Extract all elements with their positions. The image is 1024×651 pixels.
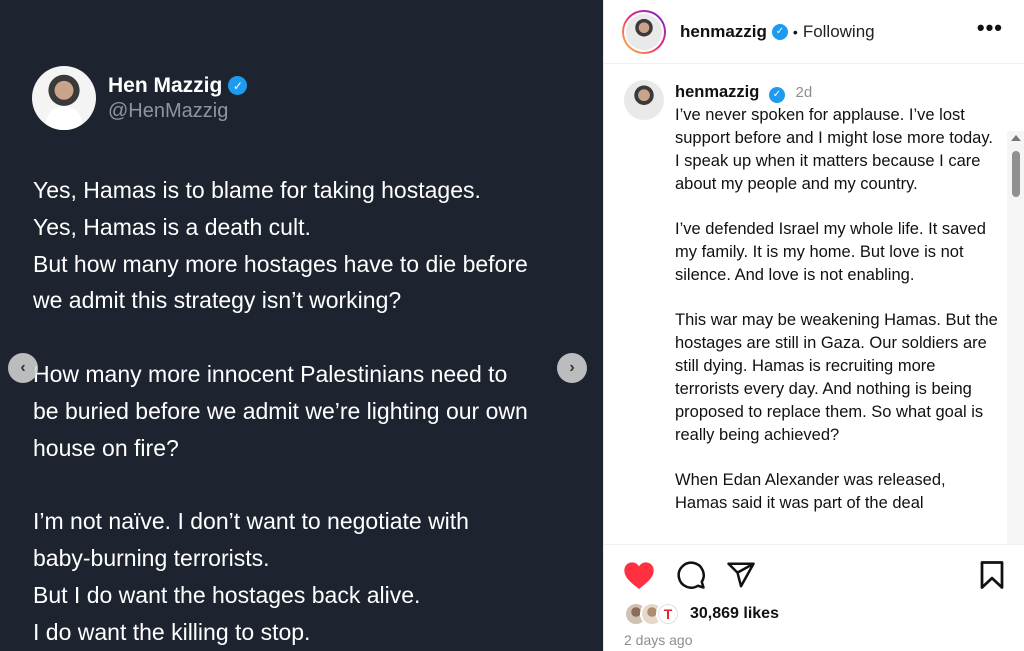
heart-icon[interactable] xyxy=(623,560,655,595)
tweet-handle: @HenMazzig xyxy=(108,99,229,122)
tweet-line: Yes, Hamas is to blame for taking hostag… xyxy=(33,177,481,203)
tweet-line: we admit this strategy isn’t working? xyxy=(33,287,402,314)
chevron-left-icon: ‹ xyxy=(20,359,26,376)
tweet-line: But I do want the hostages back alive. xyxy=(33,581,421,608)
caption-time[interactable]: 2d xyxy=(796,84,813,101)
tweet-paragraph-gap xyxy=(33,466,593,503)
tweet-line: I’m not naïve. I don’t want to negotiate… xyxy=(33,508,469,535)
more-options-icon[interactable]: ••• xyxy=(977,15,1003,41)
caption-username[interactable]: henmazzig xyxy=(675,83,759,101)
scroll-up-icon[interactable] xyxy=(1011,135,1021,141)
separator-dot: • xyxy=(792,23,798,40)
caption-scrollbar[interactable] xyxy=(1007,131,1024,544)
tweet-display-name: Hen Mazzig xyxy=(108,73,223,97)
caption-paragraph: I’ve never spoken for applause. I’ve los… xyxy=(675,106,993,193)
share-icon[interactable] xyxy=(726,560,756,595)
tweet-line: house on fire? xyxy=(33,434,179,461)
following-button[interactable]: Following xyxy=(803,22,875,42)
carousel-prev-button[interactable]: ‹ xyxy=(8,353,38,383)
caption-paragraph: I’ve defended Israel my whole life. It s… xyxy=(675,220,986,284)
post-timestamp[interactable]: 2 days ago xyxy=(624,632,693,648)
post-actions xyxy=(604,557,1024,599)
tweet-line: I do want the killing to stop. xyxy=(33,618,311,645)
caption-avatar[interactable] xyxy=(624,80,664,120)
tweet-names: Hen Mazzig ✓ @HenMazzig xyxy=(108,73,248,123)
liker-avatar: T xyxy=(656,602,680,626)
tweet-line: How many more innocent Palestinians need… xyxy=(33,360,508,387)
caption-text: henmazzig ✓ 2d I’ve never spoken for app… xyxy=(675,81,1000,515)
post-header: henmazzig ✓ • Following ••• xyxy=(604,0,1024,64)
verified-icon: ✓ xyxy=(228,76,248,95)
tweet-line: be buried before we admit we’re lighting… xyxy=(33,397,528,424)
likes-row[interactable]: T 30,869 likes xyxy=(624,602,779,626)
tweet-header: Hen Mazzig ✓ @HenMazzig xyxy=(32,66,248,130)
liker-badge: T xyxy=(663,606,673,622)
verified-icon: ✓ xyxy=(768,86,785,103)
likes-count[interactable]: 30,869 likes xyxy=(690,605,779,623)
caption-paragraph: When Edan Alexander was released, Hamas … xyxy=(675,471,946,512)
tweet-body: Yes, Hamas is to blame for taking hostag… xyxy=(33,172,593,650)
tweet-line: baby-burning terrorists. xyxy=(33,544,270,571)
post-media[interactable]: Hen Mazzig ✓ @HenMazzig Yes, Hamas is to… xyxy=(0,0,603,651)
post-side-panel: henmazzig ✓ • Following ••• henmazzig ✓ … xyxy=(603,0,1024,651)
verified-icon: ✓ xyxy=(771,23,788,40)
tweet-line: But how many more hostages have to die b… xyxy=(33,250,528,277)
chevron-right-icon: › xyxy=(569,359,575,376)
scrollbar-thumb[interactable] xyxy=(1012,151,1020,197)
comment-icon[interactable] xyxy=(676,560,706,595)
caption-paragraph: This war may be weakening Hamas. But the… xyxy=(675,311,998,444)
bookmark-icon[interactable] xyxy=(979,560,1005,595)
caption-scroll-area[interactable]: henmazzig ✓ 2d I’ve never spoken for app… xyxy=(604,65,1024,545)
tweet-paragraph-gap xyxy=(33,319,593,356)
author-username[interactable]: henmazzig xyxy=(680,22,767,42)
tweet-avatar xyxy=(32,66,96,130)
tweet-line: Yes, Hamas is a death cult. xyxy=(33,213,311,240)
author-avatar[interactable] xyxy=(622,9,666,54)
carousel-next-button[interactable]: › xyxy=(557,353,587,383)
caption-first-paragraph: henmazzig ✓ 2d I’ve never spoken for app… xyxy=(675,81,1000,196)
tweet-name-row: Hen Mazzig ✓ xyxy=(108,73,248,98)
